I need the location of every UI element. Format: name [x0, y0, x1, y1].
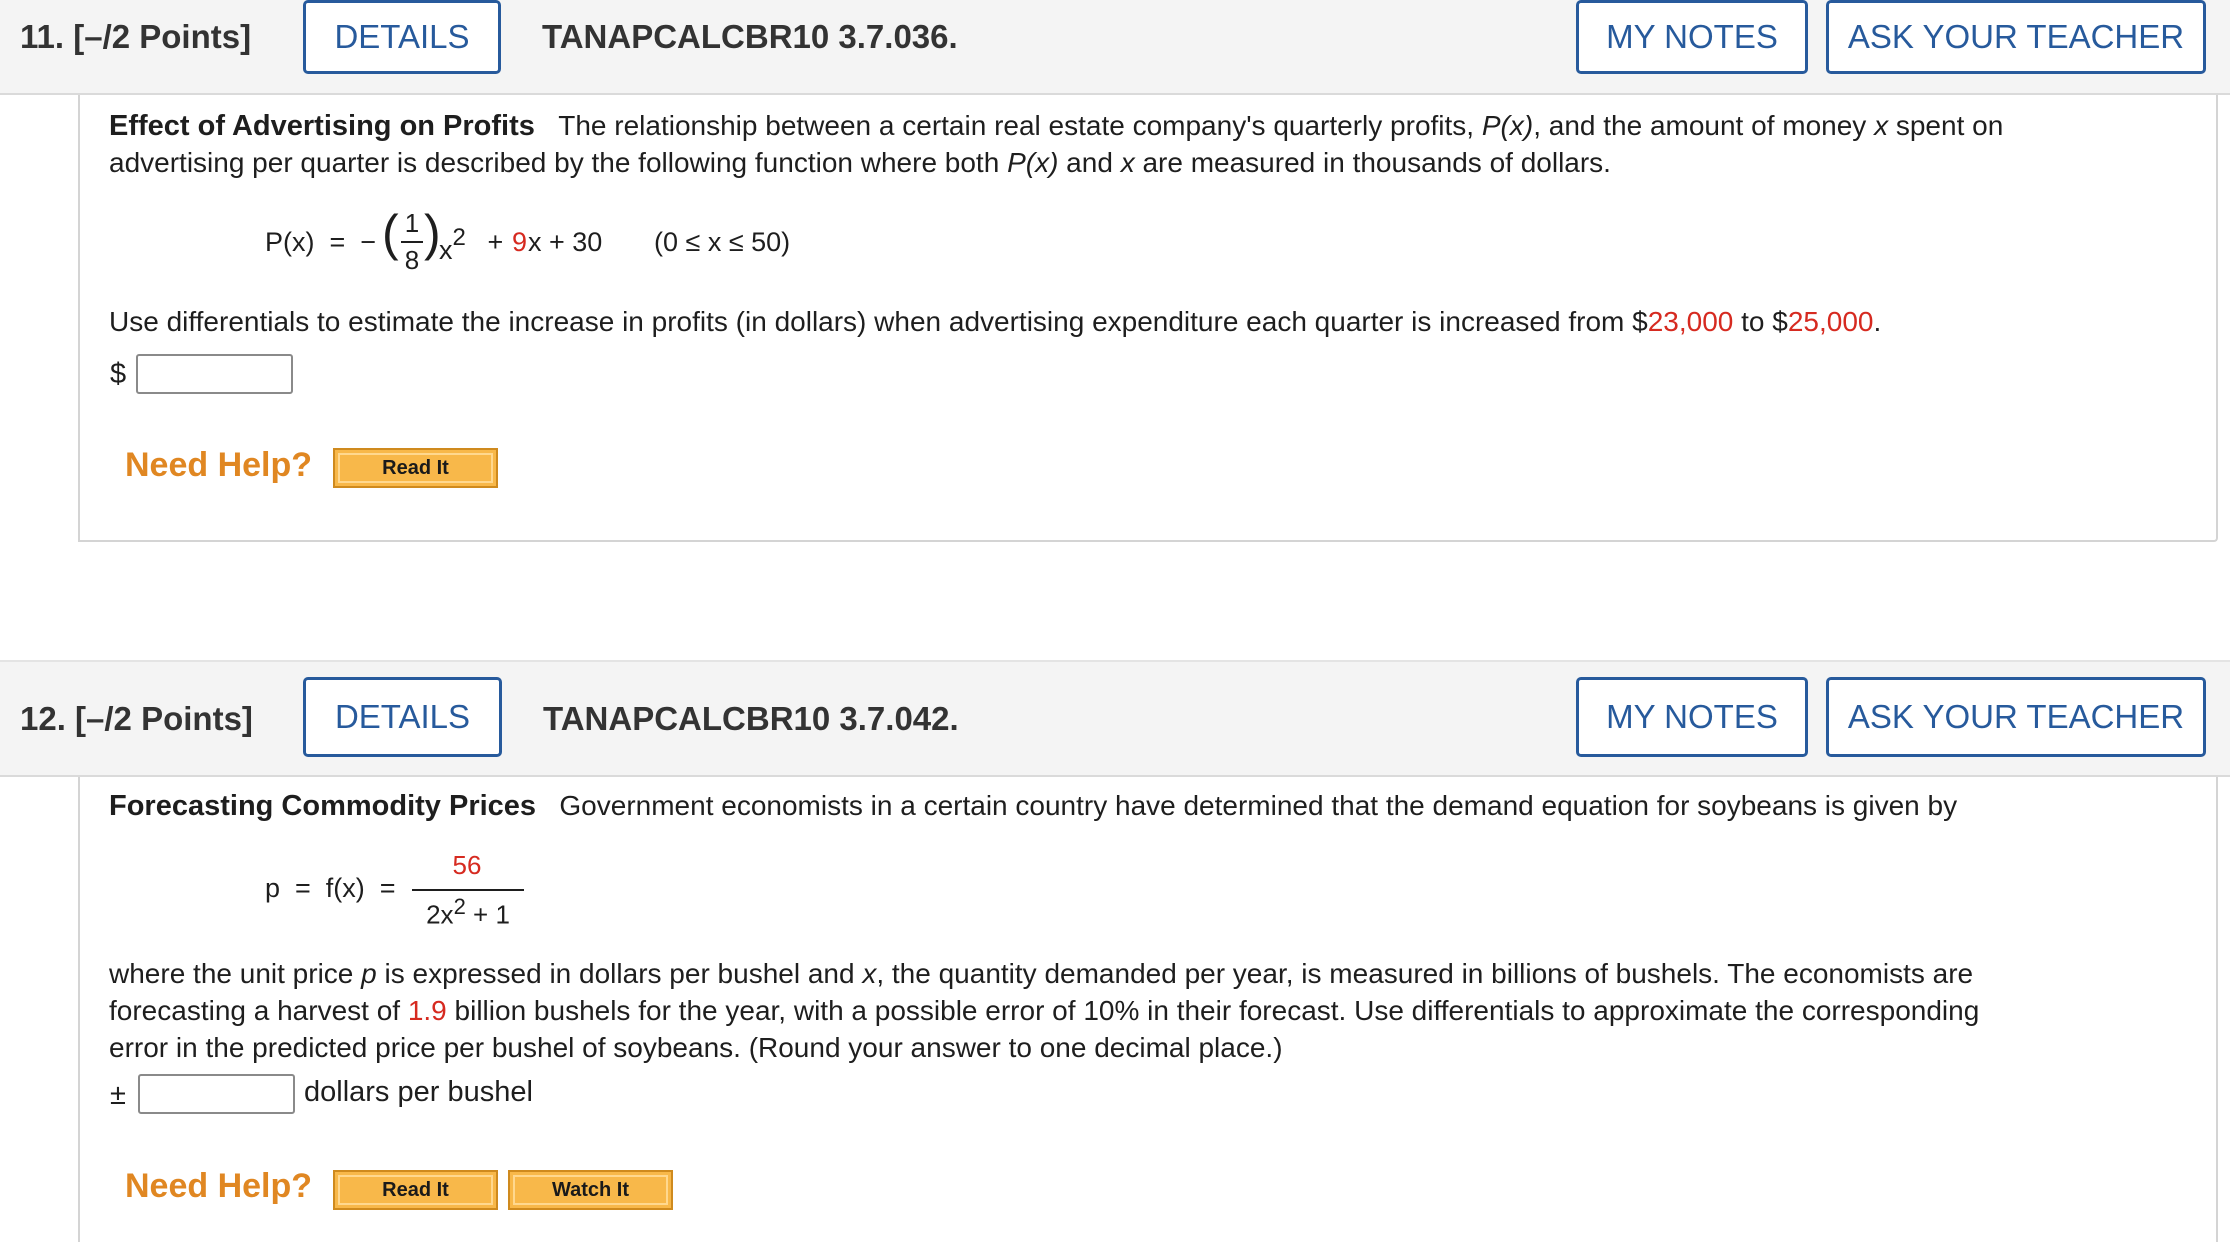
- denominator-term: 2x: [426, 899, 454, 930]
- fraction-bar: [401, 241, 423, 243]
- read-it-button[interactable]: Read It: [333, 1170, 498, 1210]
- answer-plus-minus: ±: [110, 1079, 126, 1111]
- ask-your-teacher-button[interactable]: ASK YOUR TEACHER: [1826, 0, 2206, 74]
- prompt-text: Use differentials to estimate the increa…: [109, 306, 1648, 337]
- formula-plus: +: [480, 227, 511, 257]
- formula-x-squared: x2: [439, 224, 466, 268]
- answer-input-q12[interactable]: [138, 1074, 295, 1114]
- para-text: forecasting a harvest of: [109, 995, 408, 1026]
- prompt-value-end: 25,000: [1787, 306, 1874, 337]
- details-button[interactable]: DETAILS: [303, 0, 501, 74]
- question-number: 11. [–/2 Points]: [20, 18, 251, 56]
- fraction-numerator: 56: [452, 850, 482, 880]
- denominator-term: + 1: [465, 899, 510, 930]
- my-notes-button[interactable]: MY NOTES: [1576, 0, 1808, 74]
- question-code: TANAPCALCBR10 3.7.036.: [542, 18, 958, 55]
- fraction-denominator: 2x2 + 1: [412, 894, 524, 931]
- formula-lhs: P(x) = −: [265, 227, 377, 257]
- denominator-exponent: 2: [453, 894, 466, 919]
- formula-domain: (0 ≤ x ≤ 50): [654, 227, 791, 257]
- question-number-label: 11.: [20, 18, 65, 55]
- intro-var: x: [1874, 110, 1889, 141]
- fraction-bar: [412, 889, 524, 891]
- intro-text: spent on: [1888, 110, 2004, 141]
- question-code: TANAPCALCBR10 3.7.042.: [543, 700, 959, 737]
- para-text: , the quantity demanded per year, is mea…: [876, 958, 1974, 989]
- intro-text: advertising per quarter is described by …: [109, 147, 1008, 178]
- formula-rest: x + 30: [528, 227, 603, 257]
- need-help-label: Need Help?: [125, 446, 313, 484]
- answer-input-q11[interactable]: [136, 354, 293, 394]
- question-11-intro-line1: Effect of Advertising on Profits The rel…: [109, 108, 2003, 144]
- intro-text: , and the amount of money: [1533, 110, 1875, 141]
- intro-var: P(x): [1007, 147, 1059, 178]
- open-paren: (: [382, 205, 399, 261]
- question-11-prompt: Use differentials to estimate the increa…: [109, 304, 1881, 340]
- para-var: x: [862, 958, 877, 989]
- question-title: Effect of Advertising on Profits: [109, 110, 535, 142]
- question-number: 12. [–/2 Points]: [20, 700, 253, 738]
- fraction-numerator: 1: [404, 208, 420, 238]
- question-12-header: 12. [–/2 Points] DETAILS TANAPCALCBR10 3…: [0, 660, 2230, 777]
- fraction-denominator: 8: [404, 245, 420, 275]
- prompt-value-start: 23,000: [1647, 306, 1734, 337]
- question-number-label: 12.: [20, 700, 66, 737]
- para-text: where the unit price: [109, 958, 362, 989]
- ask-your-teacher-button[interactable]: ASK YOUR TEACHER: [1826, 677, 2206, 757]
- intro-text: The relationship between a certain real …: [558, 110, 1482, 141]
- question-12-para-line1: where the unit price p is expressed in d…: [109, 956, 1973, 992]
- answer-dollar-sign: $: [110, 358, 127, 390]
- intro-text: Government economists in a certain count…: [559, 790, 1958, 821]
- question-points: [–/2 Points]: [73, 18, 252, 55]
- watch-it-button[interactable]: Watch It: [508, 1170, 673, 1210]
- formula-exponent: 2: [452, 224, 466, 251]
- question-12-para-line2: forecasting a harvest of 1.9 billion bus…: [109, 993, 1979, 1029]
- question-points: [–/2 Points]: [75, 700, 253, 737]
- intro-text: are measured in thousands of dollars.: [1134, 147, 1611, 178]
- formula-coefficient: 9: [512, 227, 528, 257]
- need-help-label: Need Help?: [125, 1167, 313, 1205]
- read-it-button[interactable]: Read It: [333, 448, 498, 488]
- question-title: Forecasting Commodity Prices: [109, 790, 537, 822]
- prompt-text: to $: [1733, 306, 1788, 337]
- intro-text: and: [1058, 147, 1121, 178]
- question-11-intro-line2: advertising per quarter is described by …: [109, 145, 1611, 181]
- para-value: 1.9: [407, 995, 447, 1026]
- prompt-text: .: [1873, 306, 1882, 337]
- intro-var: P(x): [1481, 110, 1534, 141]
- para-text: is expressed in dollars per bushel and: [376, 958, 863, 989]
- my-notes-button[interactable]: MY NOTES: [1576, 677, 1808, 757]
- intro-var: x: [1120, 147, 1135, 178]
- question-12-para-line3: error in the predicted price per bushel …: [109, 1032, 1283, 1063]
- answer-unit-label: dollars per bushel: [304, 1076, 533, 1108]
- question-11-header: 11. [–/2 Points] DETAILS TANAPCALCBR10 3…: [0, 0, 2230, 95]
- para-var: p: [361, 958, 377, 989]
- details-button[interactable]: DETAILS: [303, 677, 502, 757]
- formula-var: x: [439, 235, 453, 265]
- question-12-intro: Forecasting Commodity Prices Government …: [109, 788, 1957, 824]
- para-text: billion bushels for the year, with a pos…: [446, 995, 1980, 1026]
- formula-lhs: p = f(x) =: [265, 873, 396, 903]
